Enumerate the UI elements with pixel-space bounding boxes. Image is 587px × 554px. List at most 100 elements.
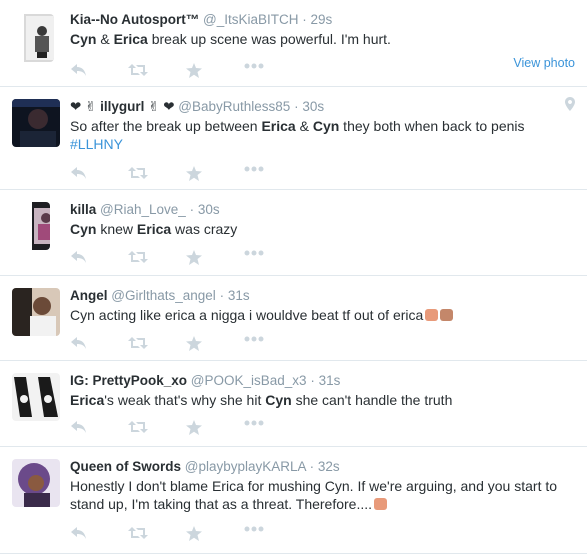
- more-icon[interactable]: [244, 336, 264, 350]
- favorite-icon[interactable]: [186, 166, 204, 181]
- tweet-timestamp[interactable]: 29s: [311, 12, 333, 27]
- user-fullname[interactable]: Angel: [70, 288, 108, 303]
- more-icon[interactable]: [244, 250, 264, 264]
- tweet-timestamp[interactable]: 31s: [319, 373, 341, 388]
- tweet-header: Queen of Swords @playbyplayKARLA · 32s: [70, 458, 575, 476]
- clapping-hands-emoji-icon: [440, 309, 454, 321]
- user-handle[interactable]: @BabyRuthless85: [178, 99, 290, 114]
- text-segment: break up scene was powerful. I'm hurt.: [147, 31, 391, 47]
- tweet[interactable]: killa @Riah_Love_ · 30s Cyn knew Erica w…: [0, 190, 587, 276]
- tweet-actions: [70, 61, 302, 79]
- text-segment: Honestly I don't blame Erica for mushing…: [70, 478, 558, 512]
- retweet-icon[interactable]: [128, 166, 148, 180]
- highlight-term: Erica: [136, 221, 172, 237]
- user-fullname[interactable]: Queen of Swords: [70, 459, 181, 474]
- tweet[interactable]: Queen of Swords @playbyplayKARLA · 32s H…: [0, 447, 587, 554]
- text-segment: &: [295, 118, 313, 134]
- avatar[interactable]: [12, 459, 60, 507]
- avatar[interactable]: [12, 288, 60, 336]
- tweet-text: Erica's weak that's why she hit Cyn she …: [70, 391, 575, 409]
- reply-icon[interactable]: [70, 526, 88, 540]
- user-handle[interactable]: @POOK_isBad_x3: [191, 373, 307, 388]
- tweet-actions: [70, 524, 302, 542]
- avatar[interactable]: [12, 99, 60, 147]
- separator: ·: [219, 288, 225, 303]
- text-segment: she can't handle the truth: [291, 392, 453, 408]
- retweet-icon[interactable]: [128, 63, 148, 77]
- user-handle[interactable]: @Riah_Love_: [100, 202, 186, 217]
- tweet-actions: [70, 164, 302, 182]
- retweet-icon[interactable]: [128, 526, 148, 540]
- avatar[interactable]: [18, 14, 54, 62]
- tweet-actions: [70, 248, 302, 266]
- tweet-header: killa @Riah_Love_ · 30s: [70, 201, 575, 219]
- timeline: Kia--No Autosport™ @_ItsKiaBITCH · 29s C…: [0, 0, 587, 554]
- tweet-text: So after the break up between Erica & Cy…: [70, 117, 575, 153]
- user-fullname[interactable]: ❤ ✌ illygurl ✌ ❤: [70, 99, 175, 114]
- text-segment: Cyn acting like erica a nigga i wouldve …: [70, 307, 424, 323]
- highlight-term: Erica: [113, 31, 148, 47]
- favorite-icon[interactable]: [186, 526, 204, 541]
- favorite-icon[interactable]: [186, 420, 204, 435]
- tweet[interactable]: IG: PrettyPook_xo @POOK_isBad_x3 · 31s E…: [0, 361, 587, 447]
- tweet-text: Cyn acting like erica a nigga i wouldve …: [70, 306, 575, 324]
- more-icon[interactable]: [244, 526, 264, 540]
- tweet-timestamp[interactable]: 31s: [228, 288, 250, 303]
- ok-hand-emoji-icon: [425, 309, 439, 321]
- more-icon[interactable]: [244, 420, 264, 434]
- reply-icon[interactable]: [70, 166, 88, 180]
- view-photo-link[interactable]: View photo: [513, 56, 575, 70]
- highlight-term: Cyn: [70, 221, 97, 237]
- separator: ·: [294, 99, 299, 114]
- favorite-icon[interactable]: [186, 250, 204, 265]
- highlight-term: Cyn: [265, 392, 292, 408]
- tweet-header: IG: PrettyPook_xo @POOK_isBad_x3 · 31s: [70, 372, 575, 390]
- reply-icon[interactable]: [70, 63, 88, 77]
- user-fullname[interactable]: killa: [70, 202, 96, 217]
- text-segment: knew: [96, 221, 137, 237]
- tweet[interactable]: Angel @Girlthats_angel · 31s Cyn acting …: [0, 276, 587, 361]
- tweet-timestamp[interactable]: 32s: [318, 459, 340, 474]
- highlight-term: Cyn: [312, 118, 340, 134]
- favorite-icon[interactable]: [186, 63, 204, 78]
- retweet-icon[interactable]: [128, 250, 148, 264]
- tweet-text: Cyn knew Erica was crazy: [70, 220, 575, 238]
- reply-icon[interactable]: [70, 250, 88, 264]
- user-handle[interactable]: @Girlthats_angel: [111, 288, 216, 303]
- highlight-term: Erica: [261, 118, 296, 134]
- tweet-text: Honestly I don't blame Erica for mushing…: [70, 477, 575, 513]
- tweet-timestamp[interactable]: 30s: [198, 202, 220, 217]
- highlight-term: Cyn: [70, 31, 97, 47]
- separator: ·: [309, 459, 315, 474]
- user-handle[interactable]: @_ItsKiaBITCH: [203, 12, 298, 27]
- text-segment: &: [96, 31, 114, 47]
- retweet-icon[interactable]: [128, 336, 148, 350]
- reply-icon[interactable]: [70, 336, 88, 350]
- more-icon[interactable]: [244, 166, 264, 180]
- reply-icon[interactable]: [70, 420, 88, 434]
- user-handle[interactable]: @playbyplayKARLA: [185, 459, 306, 474]
- tweet-header: Angel @Girlthats_angel · 31s: [70, 287, 575, 305]
- text-segment: So after the break up between: [70, 118, 262, 134]
- more-icon[interactable]: [244, 63, 264, 77]
- separator: ·: [302, 12, 307, 27]
- separator: ·: [189, 202, 195, 217]
- favorite-icon[interactable]: [186, 336, 204, 351]
- text-segment: 's weak that's why she hit: [104, 392, 266, 408]
- tweet[interactable]: Kia--No Autosport™ @_ItsKiaBITCH · 29s C…: [0, 0, 587, 87]
- tweet[interactable]: ❤ ✌ illygurl ✌ ❤ @BabyRuthless85 · 30s S…: [0, 87, 587, 190]
- tweet-actions: [70, 418, 302, 436]
- avatar[interactable]: [22, 202, 50, 250]
- text-segment: was crazy: [171, 221, 238, 237]
- tweet-header: Kia--No Autosport™ @_ItsKiaBITCH · 29s: [70, 11, 575, 29]
- user-fullname[interactable]: IG: PrettyPook_xo: [70, 373, 187, 388]
- user-fullname[interactable]: Kia--No Autosport™: [70, 12, 199, 27]
- tweet-timestamp[interactable]: 30s: [302, 99, 324, 114]
- highlight-term: Erica: [70, 392, 105, 408]
- hashtag-link[interactable]: #LLHNY: [70, 136, 123, 152]
- retweet-icon[interactable]: [128, 420, 148, 434]
- avatar[interactable]: [12, 373, 60, 421]
- tweet-header: ❤ ✌ illygurl ✌ ❤ @BabyRuthless85 · 30s: [70, 98, 575, 116]
- tweet-text: Cyn & Erica break up scene was powerful.…: [70, 30, 575, 48]
- separator: ·: [310, 373, 315, 388]
